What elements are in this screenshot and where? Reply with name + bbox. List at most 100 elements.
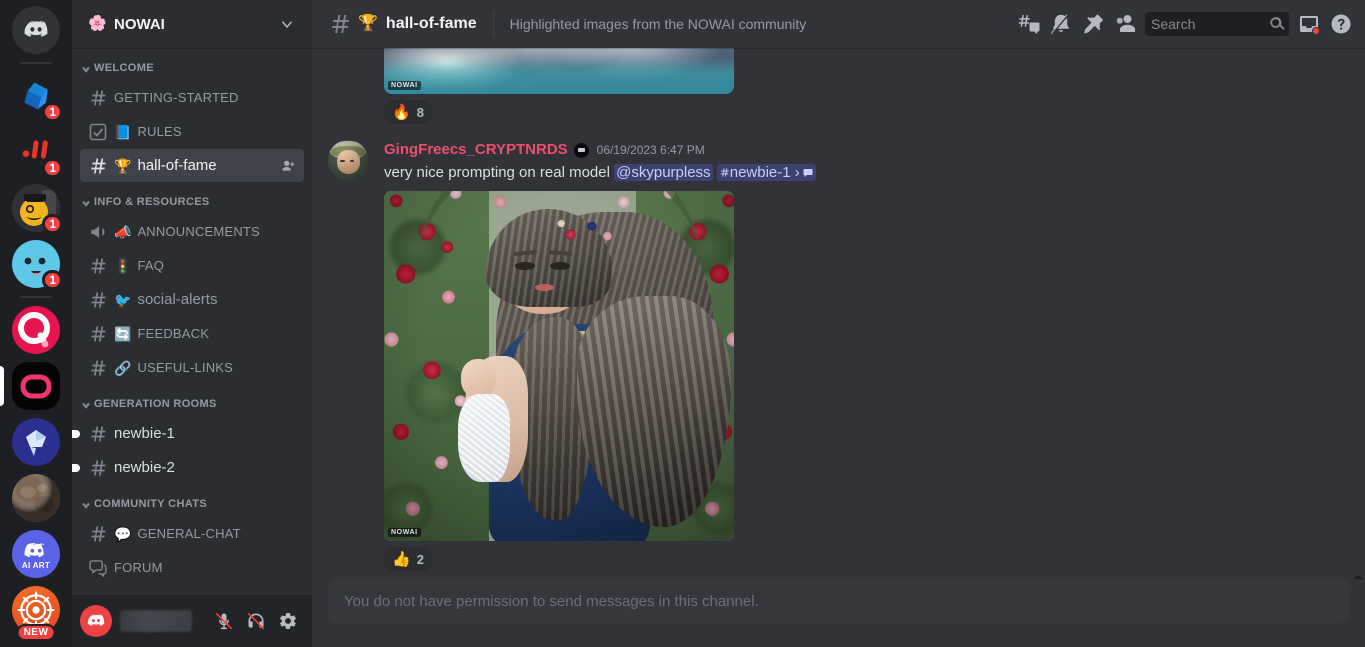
server-crystal[interactable] — [12, 418, 60, 466]
fire-icon: 🔥 — [392, 103, 411, 121]
username-redacted — [120, 610, 208, 632]
sidebar-item-label: USEFUL-LINKS — [137, 360, 234, 375]
server-rail: 1 1 1 1 AI ART NEW — [0, 0, 72, 647]
channel-mention-label: newbie-1 — [729, 163, 791, 181]
server-planet[interactable] — [12, 474, 60, 522]
cherry-blossom-icon: 🌸 — [88, 15, 107, 32]
scrollbar-thumb[interactable] — [1354, 576, 1362, 579]
category-welcome[interactable]: WELCOME — [72, 56, 312, 80]
avatar[interactable] — [328, 140, 368, 180]
chevron-down-icon[interactable] — [278, 15, 296, 33]
category-community-chats[interactable]: COMMUNITY CHATS — [72, 492, 312, 516]
channel-header: 🏆 hall-of-fame Highlighted images from t… — [312, 0, 1365, 48]
channel-list[interactable]: WELCOME GETTING-STARTED 📘 RULES 🏆 hall-o… — [72, 48, 312, 595]
megaphone-icon: 📣 — [114, 223, 132, 240]
sidebar-item-feedback[interactable]: 🔄 FEEDBACK — [80, 317, 304, 350]
sidebar-item-hall-of-fame[interactable]: 🏆 hall-of-fame — [80, 149, 304, 182]
server-mustache[interactable]: 1 — [12, 184, 63, 234]
server-header[interactable]: 🌸 NOWAI — [72, 0, 312, 48]
avatar[interactable] — [80, 605, 112, 637]
server-black-o[interactable] — [0, 362, 60, 410]
server-icon-ai-art: AI ART — [12, 530, 60, 578]
hash-icon — [88, 290, 108, 310]
sidebar-item-newbie-1[interactable]: newbie-1 — [72, 417, 304, 450]
search-icon — [1270, 17, 1285, 30]
link-icon: 🔗 — [114, 359, 132, 376]
add-member-icon[interactable] — [280, 158, 296, 174]
image-watermark: NOWAI — [388, 81, 421, 90]
thread-chat-icon — [803, 168, 813, 177]
sidebar-item-useful-links[interactable]: 🔗 USEFUL-LINKS — [80, 351, 304, 384]
channel-sidebar: 🌸 NOWAI WELCOME GETTING-STARTED 📘 RULES … — [72, 0, 312, 647]
new-badge: NEW — [16, 624, 56, 641]
sidebar-item-getting-started[interactable]: GETTING-STARTED — [80, 81, 304, 114]
sidebar-item-forum[interactable]: FORUM — [80, 551, 304, 584]
server-blue-face[interactable]: 1 — [12, 240, 63, 290]
recycle-arrows-icon: 🔄 — [114, 325, 132, 342]
user-mention[interactable]: @skypurpless — [614, 163, 713, 181]
member-list-icon[interactable] — [1109, 8, 1141, 40]
sidebar-item-announcements[interactable]: 📣 ANNOUNCEMENTS — [80, 215, 304, 248]
message-header: GingFreecs_CRYPTNRDS 06/19/2023 6:47 PM — [384, 140, 1349, 161]
reaction-row: 👍 2 — [384, 541, 1349, 573]
gear-icon[interactable] — [272, 605, 304, 637]
unread-indicator — [72, 463, 80, 472]
announcement-megaphone-icon — [88, 222, 108, 242]
sidebar-item-rules[interactable]: 📘 RULES — [80, 115, 304, 148]
category-info-resources[interactable]: INFO & RESOURCES — [72, 190, 312, 214]
channel-mention[interactable]: newbie-1 › — [716, 163, 816, 181]
sidebar-item-social-alerts[interactable]: 🐦 social-alerts — [80, 283, 304, 316]
pinned-messages-icon[interactable] — [1077, 8, 1109, 40]
sidebar-item-newbie-2[interactable]: newbie-2 — [72, 451, 304, 484]
channel-topic: Highlighted images from the NOWAI commun… — [509, 16, 807, 32]
scrollbar[interactable] — [1349, 96, 1365, 579]
reaction-count: 8 — [416, 104, 424, 120]
server-discord-home[interactable] — [12, 6, 60, 54]
notification-bell-off-icon[interactable] — [1045, 8, 1077, 40]
sidebar-item-label: FAQ — [137, 258, 165, 273]
sidebar-item-general-chat[interactable]: 💬 GENERAL-CHAT — [80, 517, 304, 550]
message-timestamp: 06/19/2023 6:47 PM — [596, 143, 705, 158]
active-server-pill — [0, 366, 4, 406]
sky-clouds-image[interactable]: NOWAI — [384, 48, 734, 94]
message: GingFreecs_CRYPTNRDS 06/19/2023 6:47 PM … — [328, 126, 1349, 573]
message-author[interactable]: GingFreecs_CRYPTNRDS — [384, 140, 568, 161]
server-orange-target[interactable]: NEW — [12, 586, 60, 641]
unread-badge: 1 — [42, 214, 63, 234]
threads-icon[interactable] — [1013, 8, 1045, 40]
server-ai-art[interactable]: AI ART — [12, 530, 60, 578]
headphone-deafened-icon[interactable] — [240, 605, 272, 637]
search-field[interactable] — [1151, 16, 1269, 32]
reaction-thumbsup[interactable]: 👍 2 — [384, 547, 432, 572]
server-blue-shape[interactable]: 1 — [12, 72, 63, 122]
trophy-icon: 🏆 — [358, 15, 378, 32]
category-label: INFO & RESOURCES — [94, 196, 210, 208]
hash-icon — [88, 88, 108, 108]
sidebar-item-label: GENERAL-CHAT — [137, 526, 241, 541]
rail-divider-2 — [20, 296, 52, 298]
unread-indicator — [72, 429, 80, 438]
traffic-light-icon: 🚦 — [114, 257, 132, 274]
sidebar-item-faq[interactable]: 🚦 FAQ — [80, 249, 304, 282]
server-red-marks[interactable]: 1 — [12, 128, 63, 178]
category-generation-rooms[interactable]: GENERATION ROOMS — [72, 392, 312, 416]
thumbs-up-icon: 👍 — [392, 550, 411, 568]
unread-badge: 1 — [42, 270, 63, 290]
category-label: COMMUNITY CHATS — [94, 498, 208, 510]
header-actions — [1013, 8, 1357, 40]
chevron-down-icon — [80, 398, 92, 410]
unread-badge: 1 — [42, 102, 63, 122]
microphone-muted-icon[interactable] — [208, 605, 240, 637]
reaction-fire[interactable]: 🔥 8 — [384, 100, 432, 124]
header-divider — [492, 12, 494, 36]
server-icon-crystal — [12, 418, 60, 466]
sidebar-item-label: FEEDBACK — [137, 326, 210, 341]
help-icon[interactable] — [1325, 8, 1357, 40]
portrait-flowers-image[interactable]: NOWAI — [384, 191, 734, 542]
message-list[interactable]: NOWAI 🔥 8 GingFreecs_CRYPTNRDS 06/19/202… — [312, 48, 1365, 579]
inbox-icon[interactable] — [1293, 8, 1325, 40]
server-q-logo[interactable] — [12, 306, 60, 354]
search-input[interactable] — [1145, 12, 1289, 36]
server-icon-q-logo — [12, 306, 60, 354]
discord-home-icon — [12, 6, 60, 54]
